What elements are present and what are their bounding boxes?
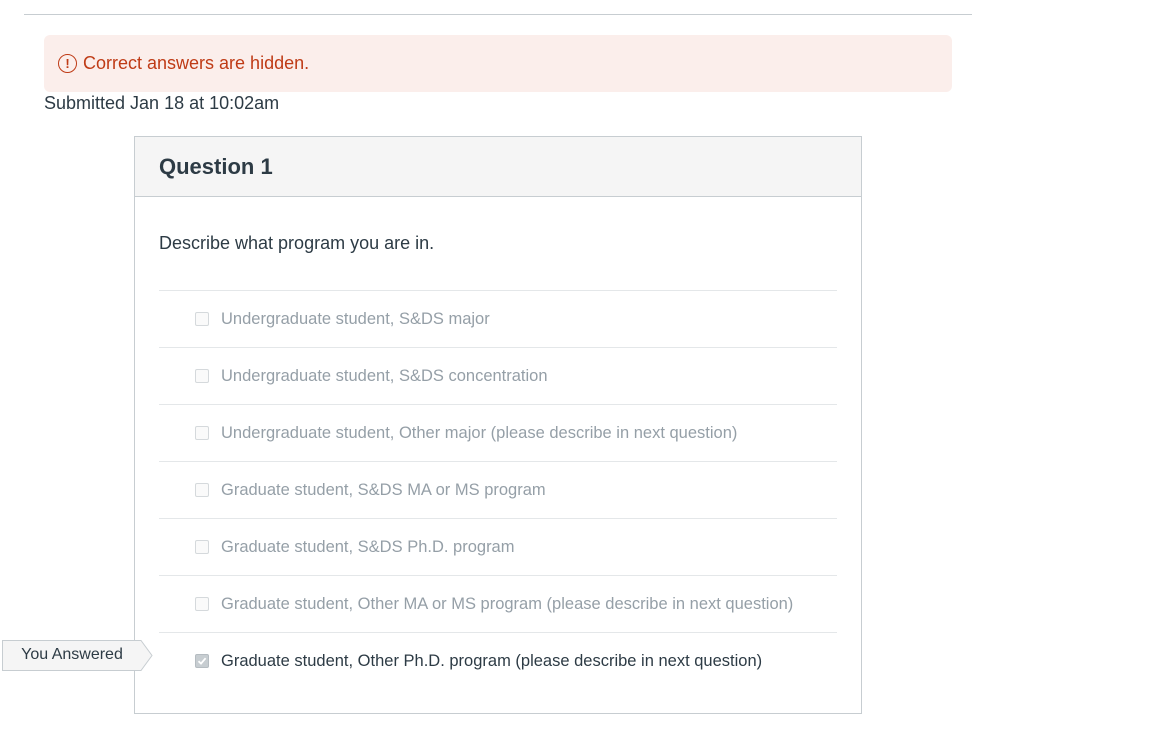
answer-option: Graduate student, S&DS MA or MS program	[159, 461, 837, 518]
answer-label: Graduate student, S&DS Ph.D. program	[221, 537, 515, 556]
answer-checkbox	[195, 312, 209, 326]
question-header: Question 1	[135, 137, 861, 197]
checkmark-icon	[197, 657, 207, 665]
alert-text: Correct answers are hidden.	[83, 53, 310, 73]
question-text: Describe what program you are in.	[159, 233, 435, 253]
question-card: Question 1 Describe what program you are…	[134, 136, 862, 714]
answer-checkbox	[195, 483, 209, 497]
answer-checkbox	[195, 597, 209, 611]
warning-circle-icon: !	[58, 54, 77, 73]
answer-label: Undergraduate student, S&DS concentratio…	[221, 366, 548, 385]
answer-label: Graduate student, S&DS MA or MS program	[221, 480, 546, 499]
answer-label: Graduate student, Other Ph.D. program (p…	[221, 651, 763, 670]
correct-answers-hidden-alert: ! Correct answers are hidden.	[44, 35, 952, 92]
answer-option: Undergraduate student, S&DS concentratio…	[159, 347, 837, 404]
answer-label: Graduate student, Other MA or MS program…	[221, 594, 794, 613]
answer-checkbox	[195, 540, 209, 554]
answer-list: Undergraduate student, S&DS major Underg…	[159, 290, 837, 689]
answer-checkbox	[195, 426, 209, 440]
answer-checkbox-checked	[195, 654, 209, 668]
answer-option: Undergraduate student, S&DS major	[159, 290, 837, 347]
answer-checkbox	[195, 369, 209, 383]
top-divider	[24, 14, 972, 15]
answer-label: Undergraduate student, Other major (plea…	[221, 423, 738, 442]
answer-option: Undergraduate student, Other major (plea…	[159, 404, 837, 461]
you-answered-flag: You Answered	[2, 640, 153, 671]
you-answered-label: You Answered	[21, 646, 123, 663]
question-title: Question 1	[159, 153, 273, 179]
answer-option-selected: Graduate student, Other Ph.D. program (p…	[159, 632, 837, 689]
answer-option: Graduate student, S&DS Ph.D. program	[159, 518, 837, 575]
answer-option: Graduate student, Other MA or MS program…	[159, 575, 837, 632]
answer-label: Undergraduate student, S&DS major	[221, 309, 490, 328]
submitted-timestamp: Submitted Jan 18 at 10:02am	[44, 93, 280, 113]
